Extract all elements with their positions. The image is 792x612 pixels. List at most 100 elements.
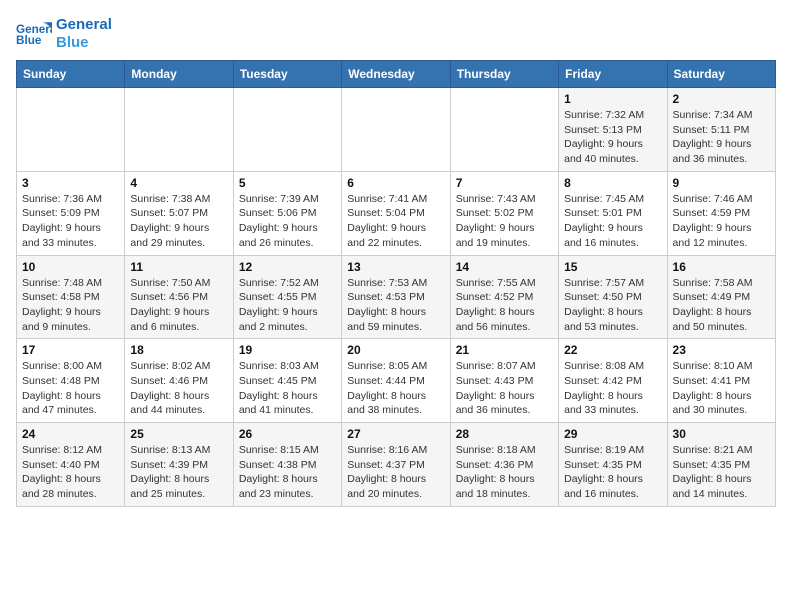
- day-info: Sunrise: 7:45 AM Sunset: 5:01 PM Dayligh…: [564, 192, 661, 251]
- day-number: 21: [456, 343, 553, 357]
- table-row: 18Sunrise: 8:02 AM Sunset: 4:46 PM Dayli…: [125, 339, 233, 423]
- day-number: 17: [22, 343, 119, 357]
- title-area: [112, 16, 776, 18]
- day-number: 20: [347, 343, 444, 357]
- logo-blue: Blue: [56, 34, 89, 51]
- day-info: Sunrise: 8:12 AM Sunset: 4:40 PM Dayligh…: [22, 443, 119, 502]
- day-info: Sunrise: 7:50 AM Sunset: 4:56 PM Dayligh…: [130, 276, 227, 335]
- day-number: 30: [673, 427, 770, 441]
- table-row: 16 Sunrise: 7:58 AM Sunset: 4:49 PM Dayli…: [667, 255, 775, 339]
- col-tuesday: Tuesday: [233, 61, 341, 88]
- day-number: 1: [564, 92, 661, 106]
- table-row: [450, 88, 558, 172]
- table-row: 15 Sunrise: 7:57 AM Sunset: 4:50 PM Dayli…: [559, 255, 667, 339]
- day-info: Sunrise: 7:57 AM Sunset: 4:50 PM Dayligh…: [564, 276, 661, 335]
- table-row: 10 Sunrise: 7:48 AM Sunset: 4:58 PM Dayli…: [17, 255, 125, 339]
- day-number: 26: [239, 427, 336, 441]
- table-row: 3 Sunrise: 7:36 AM Sunset: 5:09 PM Daylig…: [17, 171, 125, 255]
- day-info: Sunrise: 8:16 AM Sunset: 4:37 PM Dayligh…: [347, 443, 444, 502]
- day-info: Sunrise: 7:36 AM Sunset: 5:09 PM Dayligh…: [22, 192, 119, 251]
- day-number: 25: [130, 427, 227, 441]
- day-number: 5: [239, 176, 336, 190]
- table-row: 30Sunrise: 8:21 AM Sunset: 4:35 PM Dayli…: [667, 423, 775, 507]
- day-number: 29: [564, 427, 661, 441]
- day-number: 15: [564, 260, 661, 274]
- table-row: 12 Sunrise: 7:52 AM Sunset: 4:55 PM Dayli…: [233, 255, 341, 339]
- table-row: 7Sunrise: 7:43 AM Sunset: 5:02 PM Daylig…: [450, 171, 558, 255]
- day-info: Sunrise: 7:53 AM Sunset: 4:53 PM Dayligh…: [347, 276, 444, 335]
- calendar-week-row: 24Sunrise: 8:12 AM Sunset: 4:40 PM Dayli…: [17, 423, 776, 507]
- col-saturday: Saturday: [667, 61, 775, 88]
- day-info: Sunrise: 7:34 AM Sunset: 5:11 PM Dayligh…: [673, 108, 770, 167]
- day-info: Sunrise: 8:18 AM Sunset: 4:36 PM Dayligh…: [456, 443, 553, 502]
- table-row: 23Sunrise: 8:10 AM Sunset: 4:41 PM Dayli…: [667, 339, 775, 423]
- table-row: 5Sunrise: 7:39 AM Sunset: 5:06 PM Daylig…: [233, 171, 341, 255]
- day-number: 14: [456, 260, 553, 274]
- table-row: 2Sunrise: 7:34 AM Sunset: 5:11 PM Daylig…: [667, 88, 775, 172]
- table-row: 22 Sunrise: 8:08 AM Sunset: 4:42 PM Dayli…: [559, 339, 667, 423]
- table-row: [17, 88, 125, 172]
- table-row: 11 Sunrise: 7:50 AM Sunset: 4:56 PM Dayli…: [125, 255, 233, 339]
- table-row: 8 Sunrise: 7:45 AM Sunset: 5:01 PM Daylig…: [559, 171, 667, 255]
- day-number: 4: [130, 176, 227, 190]
- day-number: 13: [347, 260, 444, 274]
- day-info: Sunrise: 8:13 AM Sunset: 4:39 PM Dayligh…: [130, 443, 227, 502]
- day-info: Sunrise: 8:05 AM Sunset: 4:44 PM Dayligh…: [347, 359, 444, 418]
- day-info: Sunrise: 7:55 AM Sunset: 4:52 PM Dayligh…: [456, 276, 553, 335]
- table-row: 9 Sunrise: 7:46 AM Sunset: 4:59 PM Daylig…: [667, 171, 775, 255]
- calendar-week-row: 10 Sunrise: 7:48 AM Sunset: 4:58 PM Dayli…: [17, 255, 776, 339]
- page-header: General Blue General Blue: [16, 16, 776, 52]
- day-number: 16: [673, 260, 770, 274]
- table-row: 26 Sunrise: 8:15 AM Sunset: 4:38 PM Dayli…: [233, 423, 341, 507]
- day-number: 3: [22, 176, 119, 190]
- day-info: Sunrise: 7:46 AM Sunset: 4:59 PM Dayligh…: [673, 192, 770, 251]
- day-info: Sunrise: 7:41 AM Sunset: 5:04 PM Dayligh…: [347, 192, 444, 251]
- day-info: Sunrise: 7:52 AM Sunset: 4:55 PM Dayligh…: [239, 276, 336, 335]
- day-number: 28: [456, 427, 553, 441]
- day-number: 7: [456, 176, 553, 190]
- table-row: 24Sunrise: 8:12 AM Sunset: 4:40 PM Dayli…: [17, 423, 125, 507]
- svg-text:Blue: Blue: [16, 34, 42, 47]
- day-info: Sunrise: 8:03 AM Sunset: 4:45 PM Dayligh…: [239, 359, 336, 418]
- table-row: 27 Sunrise: 8:16 AM Sunset: 4:37 PM Dayli…: [342, 423, 450, 507]
- day-number: 22: [564, 343, 661, 357]
- calendar-week-row: 1 Sunrise: 7:32 AM Sunset: 5:13 PM Daylig…: [17, 88, 776, 172]
- col-thursday: Thursday: [450, 61, 558, 88]
- table-row: 1 Sunrise: 7:32 AM Sunset: 5:13 PM Daylig…: [559, 88, 667, 172]
- day-info: Sunrise: 7:38 AM Sunset: 5:07 PM Dayligh…: [130, 192, 227, 251]
- day-info: Sunrise: 7:32 AM Sunset: 5:13 PM Dayligh…: [564, 108, 661, 167]
- day-number: 9: [673, 176, 770, 190]
- table-row: 13 Sunrise: 7:53 AM Sunset: 4:53 PM Dayli…: [342, 255, 450, 339]
- day-number: 11: [130, 260, 227, 274]
- day-info: Sunrise: 7:58 AM Sunset: 4:49 PM Dayligh…: [673, 276, 770, 335]
- col-monday: Monday: [125, 61, 233, 88]
- table-row: 25 Sunrise: 8:13 AM Sunset: 4:39 PM Dayli…: [125, 423, 233, 507]
- table-row: 14 Sunrise: 7:55 AM Sunset: 4:52 PM Dayli…: [450, 255, 558, 339]
- table-row: 17Sunrise: 8:00 AM Sunset: 4:48 PM Dayli…: [17, 339, 125, 423]
- table-row: 29Sunrise: 8:19 AM Sunset: 4:35 PM Dayli…: [559, 423, 667, 507]
- calendar-week-row: 3 Sunrise: 7:36 AM Sunset: 5:09 PM Daylig…: [17, 171, 776, 255]
- col-sunday: Sunday: [17, 61, 125, 88]
- day-number: 19: [239, 343, 336, 357]
- col-friday: Friday: [559, 61, 667, 88]
- day-number: 27: [347, 427, 444, 441]
- table-row: [125, 88, 233, 172]
- day-info: Sunrise: 8:07 AM Sunset: 4:43 PM Dayligh…: [456, 359, 553, 418]
- logo-general: General: [56, 16, 112, 33]
- day-number: 10: [22, 260, 119, 274]
- day-info: Sunrise: 7:48 AM Sunset: 4:58 PM Dayligh…: [22, 276, 119, 335]
- day-number: 8: [564, 176, 661, 190]
- col-wednesday: Wednesday: [342, 61, 450, 88]
- logo: General Blue General Blue: [16, 16, 112, 52]
- day-number: 12: [239, 260, 336, 274]
- table-row: 4 Sunrise: 7:38 AM Sunset: 5:07 PM Daylig…: [125, 171, 233, 255]
- day-info: Sunrise: 8:08 AM Sunset: 4:42 PM Dayligh…: [564, 359, 661, 418]
- table-row: 19 Sunrise: 8:03 AM Sunset: 4:45 PM Dayli…: [233, 339, 341, 423]
- day-number: 23: [673, 343, 770, 357]
- logo-icon: General Blue: [16, 20, 52, 48]
- calendar-table: Sunday Monday Tuesday Wednesday Thursday…: [16, 60, 776, 507]
- table-row: 20 Sunrise: 8:05 AM Sunset: 4:44 PM Dayli…: [342, 339, 450, 423]
- day-info: Sunrise: 8:15 AM Sunset: 4:38 PM Dayligh…: [239, 443, 336, 502]
- day-info: Sunrise: 8:02 AM Sunset: 4:46 PM Dayligh…: [130, 359, 227, 418]
- table-row: 6Sunrise: 7:41 AM Sunset: 5:04 PM Daylig…: [342, 171, 450, 255]
